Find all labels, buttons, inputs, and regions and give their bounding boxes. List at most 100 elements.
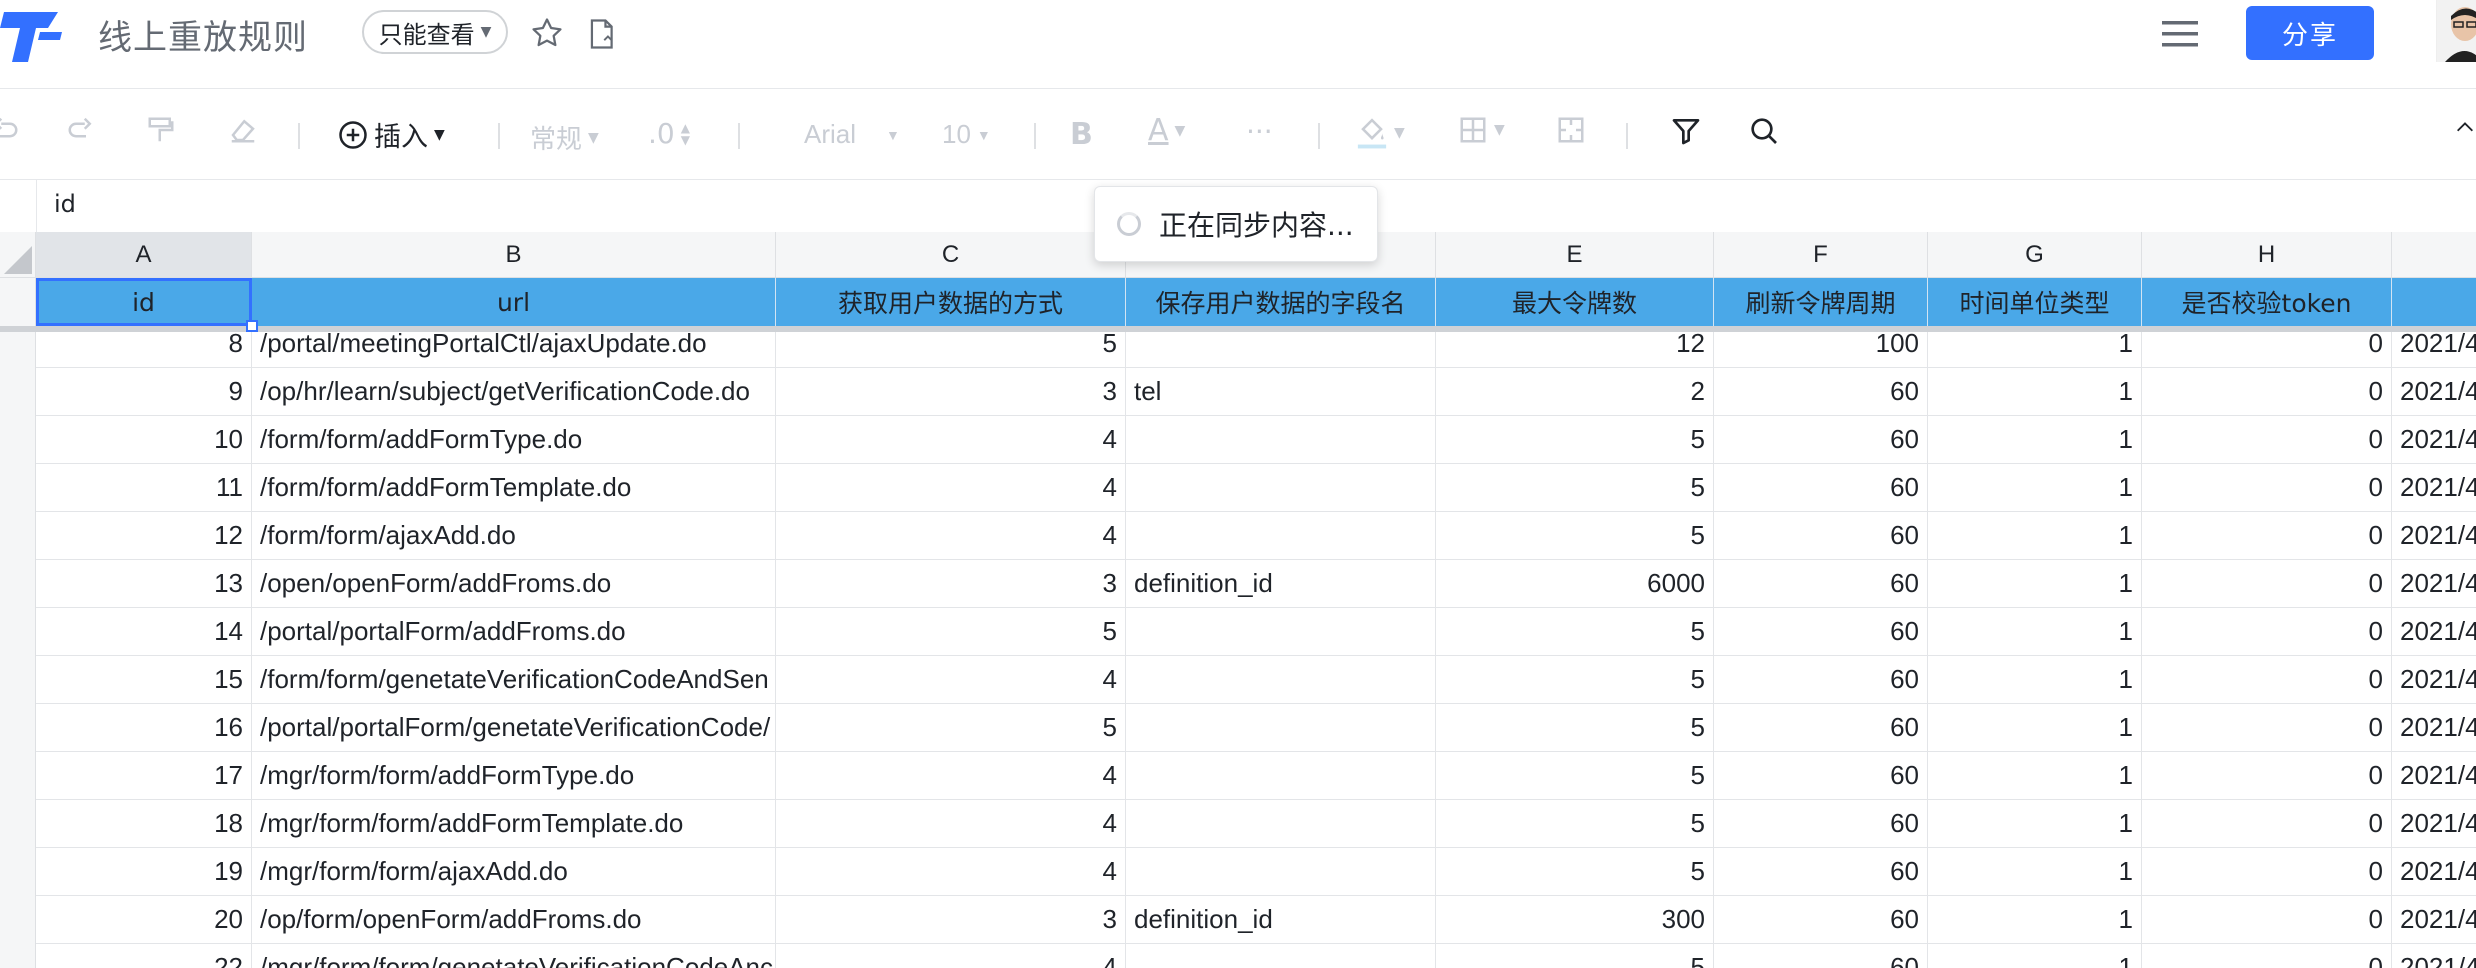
frozen-row-divider[interactable] — [0, 326, 2476, 332]
header-cell[interactable]: 刷新令牌周期 — [1714, 278, 1928, 326]
table-cell[interactable]: 3 — [776, 896, 1126, 944]
table-cell[interactable]: 19 — [36, 848, 252, 896]
font-color-button[interactable]: A ▼ — [1148, 113, 1185, 148]
table-cell[interactable]: 4 — [776, 464, 1126, 512]
collapse-toolbar-icon[interactable] — [2454, 117, 2476, 139]
header-cell[interactable] — [2392, 278, 2476, 326]
table-cell[interactable]: 2021/4 — [2392, 848, 2476, 896]
column-header-c[interactable]: C — [776, 232, 1126, 278]
redo-icon[interactable] — [66, 115, 96, 145]
table-cell[interactable]: 60 — [1714, 512, 1928, 560]
table-cell[interactable]: 1 — [1928, 704, 2142, 752]
table-cell[interactable]: 60 — [1714, 944, 1928, 968]
font-family-dropdown[interactable]: Arial ▼ — [804, 119, 900, 150]
row-number[interactable] — [0, 416, 36, 464]
decimal-places-stepper[interactable]: .0 ▲ ▼ — [648, 117, 690, 150]
header-cell[interactable]: url — [252, 278, 776, 326]
table-cell[interactable]: 60 — [1714, 800, 1928, 848]
row-number[interactable] — [0, 464, 36, 512]
table-cell[interactable]: 1 — [1928, 368, 2142, 416]
table-cell[interactable] — [1126, 656, 1436, 704]
table-cell[interactable]: 300 — [1436, 896, 1714, 944]
table-cell[interactable]: /mgr/form/form/ajaxAdd.do — [252, 848, 776, 896]
table-cell[interactable]: 5 — [1436, 800, 1714, 848]
table-cell[interactable]: 2021/4 — [2392, 464, 2476, 512]
table-cell[interactable]: 4 — [776, 800, 1126, 848]
table-cell[interactable]: definition_id — [1126, 896, 1436, 944]
format-painter-icon[interactable] — [146, 115, 176, 145]
table-cell[interactable]: 60 — [1714, 896, 1928, 944]
column-header-i[interactable] — [2392, 232, 2476, 278]
table-cell[interactable]: 0 — [2142, 464, 2392, 512]
table-cell[interactable]: 5 — [1436, 512, 1714, 560]
table-cell[interactable]: 2021/4 — [2392, 752, 2476, 800]
column-header-g[interactable]: G — [1928, 232, 2142, 278]
table-cell[interactable]: 60 — [1714, 368, 1928, 416]
table-cell[interactable]: 6000 — [1436, 560, 1714, 608]
table-cell[interactable]: /portal/portalForm/addFroms.do — [252, 608, 776, 656]
table-cell[interactable]: 5 — [1436, 848, 1714, 896]
table-cell[interactable]: /op/hr/learn/subject/getVerificationCode… — [252, 368, 776, 416]
column-header-b[interactable]: B — [252, 232, 776, 278]
table-cell[interactable]: 1 — [1928, 416, 2142, 464]
table-cell[interactable]: 2021/4 — [2392, 656, 2476, 704]
table-cell[interactable]: 2021/4 — [2392, 560, 2476, 608]
row-number[interactable] — [0, 896, 36, 944]
table-cell[interactable]: 1 — [1928, 848, 2142, 896]
table-cell[interactable]: 2021/4 — [2392, 800, 2476, 848]
table-cell[interactable]: 1 — [1928, 800, 2142, 848]
table-cell[interactable]: 18 — [36, 800, 252, 848]
table-cell[interactable]: 0 — [2142, 512, 2392, 560]
table-cell[interactable]: 2021/4 — [2392, 944, 2476, 968]
row-number[interactable] — [0, 368, 36, 416]
table-cell[interactable]: /mgr/form/form/addFormTemplate.do — [252, 800, 776, 848]
table-cell[interactable]: 17 — [36, 752, 252, 800]
table-cell[interactable]: /mgr/form/form/addFormType.do — [252, 752, 776, 800]
table-cell[interactable]: 60 — [1714, 848, 1928, 896]
table-cell[interactable]: 5 — [1436, 656, 1714, 704]
table-cell[interactable]: 5 — [1436, 464, 1714, 512]
table-cell[interactable] — [1126, 800, 1436, 848]
row-number[interactable] — [0, 944, 36, 968]
column-header-f[interactable]: F — [1714, 232, 1928, 278]
table-cell[interactable]: 13 — [36, 560, 252, 608]
table-cell[interactable]: /form/form/addFormTemplate.do — [252, 464, 776, 512]
undo-icon[interactable] — [0, 115, 20, 145]
table-cell[interactable]: /mgr/form/form/genetateVerificationCodeA… — [252, 944, 776, 968]
table-cell[interactable]: 0 — [2142, 896, 2392, 944]
table-cell[interactable]: 0 — [2142, 416, 2392, 464]
table-cell[interactable]: 22 — [36, 944, 252, 968]
table-cell[interactable]: /form/form/ajaxAdd.do — [252, 512, 776, 560]
row-number[interactable] — [0, 704, 36, 752]
table-cell[interactable] — [1126, 464, 1436, 512]
permission-mode-dropdown[interactable]: 只能查看 ▼ — [362, 10, 508, 54]
border-button[interactable]: ▼ — [1458, 115, 1505, 145]
table-cell[interactable]: 1 — [1928, 608, 2142, 656]
table-cell[interactable]: 3 — [776, 368, 1126, 416]
table-cell[interactable]: 5 — [1436, 752, 1714, 800]
table-cell[interactable]: 0 — [2142, 944, 2392, 968]
document-info-icon[interactable] — [588, 18, 618, 50]
share-button[interactable]: 分享 — [2246, 6, 2374, 60]
table-cell[interactable]: 1 — [1928, 464, 2142, 512]
table-cell[interactable]: 0 — [2142, 800, 2392, 848]
table-cell[interactable]: 60 — [1714, 656, 1928, 704]
search-icon[interactable] — [1748, 115, 1780, 147]
column-header-h[interactable]: H — [2142, 232, 2392, 278]
hamburger-menu-icon[interactable] — [2162, 18, 2198, 50]
table-cell[interactable]: 5 — [776, 704, 1126, 752]
table-cell[interactable]: 0 — [2142, 560, 2392, 608]
row-number[interactable] — [0, 560, 36, 608]
table-cell[interactable]: 5 — [776, 608, 1126, 656]
row-number[interactable] — [0, 848, 36, 896]
fill-color-button[interactable]: ▼ — [1356, 115, 1405, 151]
table-cell[interactable]: 4 — [776, 752, 1126, 800]
table-cell[interactable]: 1 — [1928, 944, 2142, 968]
table-cell[interactable]: 5 — [1436, 944, 1714, 968]
column-header-e[interactable]: E — [1436, 232, 1714, 278]
table-cell[interactable]: 12 — [36, 512, 252, 560]
table-cell[interactable] — [1126, 848, 1436, 896]
table-cell[interactable]: 0 — [2142, 368, 2392, 416]
bold-button[interactable]: B — [1070, 117, 1093, 152]
table-cell[interactable]: 9 — [36, 368, 252, 416]
